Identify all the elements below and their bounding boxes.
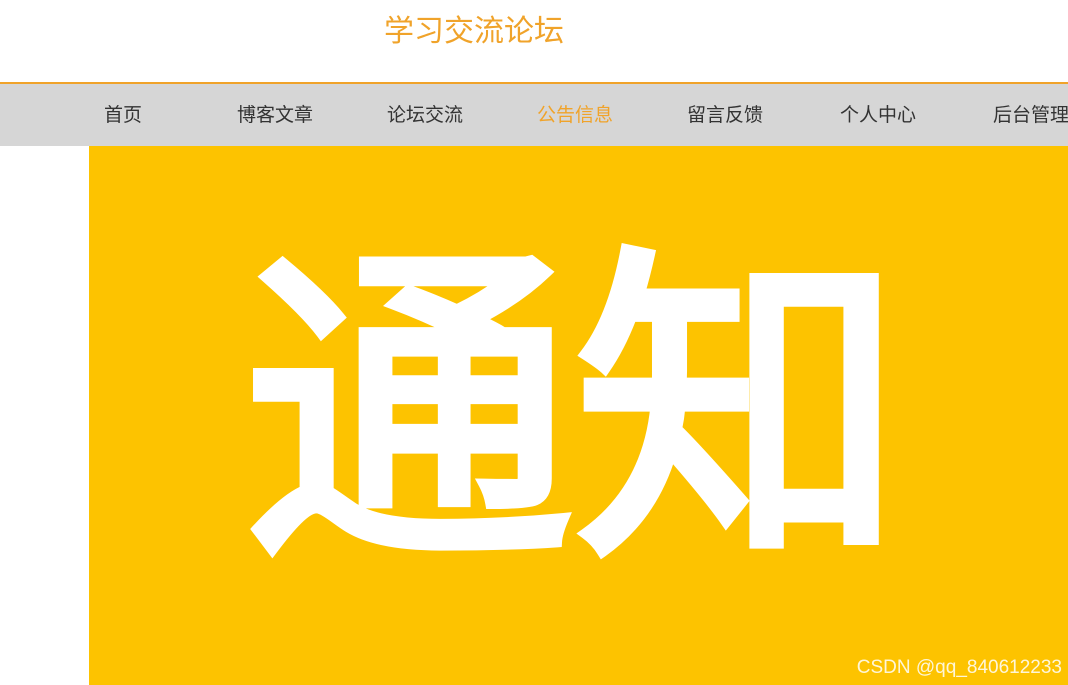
nav-item-profile[interactable]: 个人中心 (840, 84, 916, 146)
banner-graphic: 通知 (244, 217, 904, 605)
nav-item-feedback[interactable]: 留言反馈 (687, 84, 763, 146)
watermark: CSDN @qq_840612233 (856, 657, 1062, 678)
site-header: 学习交流论坛 (0, 0, 1068, 82)
banner-text: 通知 (244, 217, 904, 605)
nav-item-forum[interactable]: 论坛交流 (387, 84, 463, 146)
nav-item-admin[interactable]: 后台管理 (993, 84, 1068, 146)
announcement-banner: 通知 CSDN @qq_840612233 (89, 146, 1068, 685)
site-title: 学习交流论坛 (384, 14, 564, 49)
nav-item-home[interactable]: 首页 (104, 84, 142, 146)
main-nav: 首页 博客文章 论坛交流 公告信息 留言反馈 个人中心 后台管理 (0, 82, 1068, 146)
nav-item-blog[interactable]: 博客文章 (237, 84, 313, 146)
nav-item-announcements[interactable]: 公告信息 (537, 84, 613, 146)
